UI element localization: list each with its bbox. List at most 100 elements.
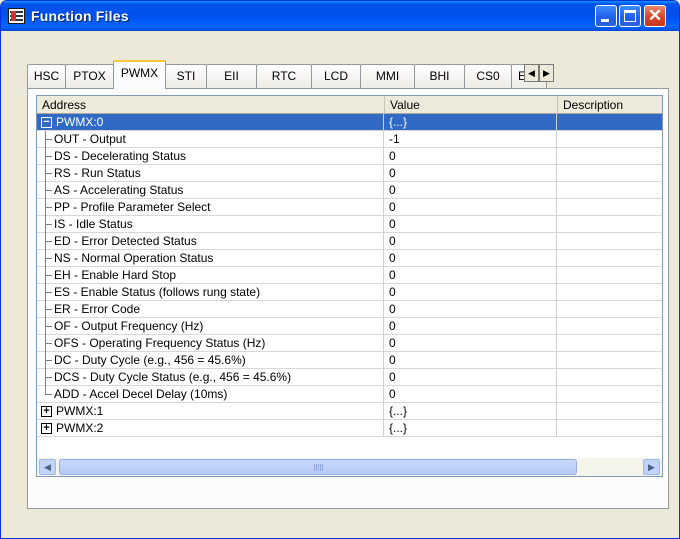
description-cell[interactable] — [558, 352, 662, 369]
value-cell[interactable]: 0 — [385, 318, 557, 335]
value-cell[interactable]: 0 — [385, 216, 557, 233]
expand-icon[interactable]: + — [41, 423, 52, 434]
table-header: Address Value Description — [37, 96, 662, 114]
table-row[interactable]: PP - Profile Parameter Select 0 — [37, 199, 662, 216]
table-row[interactable]: OUT - Output -1 — [37, 131, 662, 148]
column-header-address[interactable]: Address — [37, 96, 385, 114]
address-label: ER - Error Code — [54, 302, 141, 316]
value-cell[interactable]: {...} — [385, 420, 557, 437]
expand-icon[interactable]: + — [41, 406, 52, 417]
table-row[interactable]: ADD - Accel Decel Delay (10ms) 0 — [37, 386, 662, 403]
title-bar[interactable]: Function Files ✕ — [1, 1, 679, 31]
table-row[interactable]: + PWMX:2 {...} — [37, 420, 662, 437]
description-cell[interactable] — [558, 318, 662, 335]
description-cell[interactable] — [558, 131, 662, 148]
address-label: OF - Output Frequency (Hz) — [54, 319, 204, 333]
table-row[interactable]: − PWMX:0 {...} — [37, 114, 662, 131]
table-row[interactable]: AS - Accelerating Status 0 — [37, 182, 662, 199]
tab-cs0[interactable]: CS0 — [464, 64, 512, 88]
value-cell[interactable]: 0 — [385, 369, 557, 386]
table-row[interactable]: NS - Normal Operation Status 0 — [37, 250, 662, 267]
tab-bhi[interactable]: BHI — [414, 64, 465, 88]
scroll-right-button[interactable]: ▶ — [643, 459, 660, 475]
value-cell[interactable]: {...} — [385, 403, 557, 420]
description-cell[interactable] — [558, 335, 662, 352]
minimize-button[interactable] — [595, 5, 617, 27]
description-cell[interactable] — [558, 233, 662, 250]
value-cell[interactable]: -1 — [385, 131, 557, 148]
description-cell[interactable] — [558, 148, 662, 165]
value-cell[interactable]: 0 — [385, 267, 557, 284]
address-cell: OUT - Output — [37, 131, 384, 148]
table-row[interactable]: DCS - Duty Cycle Status (e.g., 456 = 45.… — [37, 369, 662, 386]
tree-connector — [45, 207, 52, 208]
tab-rtc[interactable]: RTC — [256, 64, 312, 88]
value-cell[interactable]: 0 — [385, 335, 557, 352]
description-cell[interactable] — [558, 301, 662, 318]
value-cell[interactable]: 0 — [385, 284, 557, 301]
value-cell[interactable]: 0 — [385, 182, 557, 199]
tab-scroll-left-button[interactable]: ◀ — [524, 64, 539, 82]
tab-panel: Address Value Description − PWMX:0 {...} OU… — [27, 88, 669, 509]
description-cell[interactable] — [558, 165, 662, 182]
tree-connector — [45, 360, 52, 361]
address-cell: DC - Duty Cycle (e.g., 456 = 45.6%) — [37, 352, 384, 369]
table-row[interactable]: OFS - Operating Frequency Status (Hz) 0 — [37, 335, 662, 352]
tab-mmi[interactable]: MMI — [360, 64, 415, 88]
tab-sti[interactable]: STI — [165, 64, 207, 88]
description-cell[interactable] — [558, 250, 662, 267]
value-cell[interactable]: 0 — [385, 386, 557, 403]
table-row[interactable]: ES - Enable Status (follows rung state) 0 — [37, 284, 662, 301]
close-button[interactable]: ✕ — [644, 5, 666, 27]
value-cell[interactable]: 0 — [385, 165, 557, 182]
tab-ptox[interactable]: PTOX — [65, 64, 114, 88]
address-cell: + PWMX:1 — [37, 403, 384, 420]
description-cell[interactable] — [558, 403, 662, 420]
column-header-description[interactable]: Description — [558, 96, 662, 114]
description-cell[interactable] — [558, 386, 662, 403]
value-cell[interactable]: 0 — [385, 352, 557, 369]
address-cell: OFS - Operating Frequency Status (Hz) — [37, 335, 384, 352]
horizontal-scrollbar[interactable]: ◀ ▶ — [37, 458, 662, 476]
address-label: ED - Error Detected Status — [54, 234, 197, 248]
table-row[interactable]: EH - Enable Hard Stop 0 — [37, 267, 662, 284]
address-label: ES - Enable Status (follows rung state) — [54, 285, 261, 299]
value-cell[interactable]: 0 — [385, 301, 557, 318]
description-cell[interactable] — [558, 369, 662, 386]
table-row[interactable]: OF - Output Frequency (Hz) 0 — [37, 318, 662, 335]
value-cell[interactable]: {...} — [385, 114, 557, 131]
description-cell[interactable] — [558, 216, 662, 233]
address-label: AS - Accelerating Status — [54, 183, 184, 197]
tree-connector — [45, 343, 52, 344]
scrollbar-thumb[interactable] — [59, 459, 577, 475]
table-row[interactable]: RS - Run Status 0 — [37, 165, 662, 182]
description-cell[interactable] — [558, 267, 662, 284]
value-cell[interactable]: 0 — [385, 250, 557, 267]
column-header-value[interactable]: Value — [385, 96, 558, 114]
description-cell[interactable] — [558, 114, 662, 131]
table-row[interactable]: ED - Error Detected Status 0 — [37, 233, 662, 250]
description-cell[interactable] — [558, 420, 662, 437]
table-row[interactable]: ER - Error Code 0 — [37, 301, 662, 318]
maximize-button[interactable] — [619, 5, 641, 27]
value-cell[interactable]: 0 — [385, 148, 557, 165]
value-cell[interactable]: 0 — [385, 233, 557, 250]
value-cell[interactable]: 0 — [385, 199, 557, 216]
address-cell: IS - Idle Status — [37, 216, 384, 233]
table-row[interactable]: DC - Duty Cycle (e.g., 456 = 45.6%) 0 — [37, 352, 662, 369]
table-row[interactable]: IS - Idle Status 0 — [37, 216, 662, 233]
description-cell[interactable] — [558, 284, 662, 301]
tab-hsc[interactable]: HSC — [27, 64, 66, 88]
scroll-left-button[interactable]: ◀ — [39, 459, 56, 475]
description-cell[interactable] — [558, 182, 662, 199]
tree-connector — [45, 190, 52, 191]
tab-lcd[interactable]: LCD — [311, 64, 361, 88]
function-files-icon[interactable] — [8, 8, 25, 24]
tab-eii[interactable]: EII — [206, 64, 257, 88]
table-row[interactable]: + PWMX:1 {...} — [37, 403, 662, 420]
collapse-icon[interactable]: − — [41, 117, 52, 128]
tab-scroll-right-button[interactable]: ▶ — [539, 64, 554, 82]
table-row[interactable]: DS - Decelerating Status 0 — [37, 148, 662, 165]
tab-pwmx[interactable]: PWMX — [113, 60, 166, 89]
description-cell[interactable] — [558, 199, 662, 216]
